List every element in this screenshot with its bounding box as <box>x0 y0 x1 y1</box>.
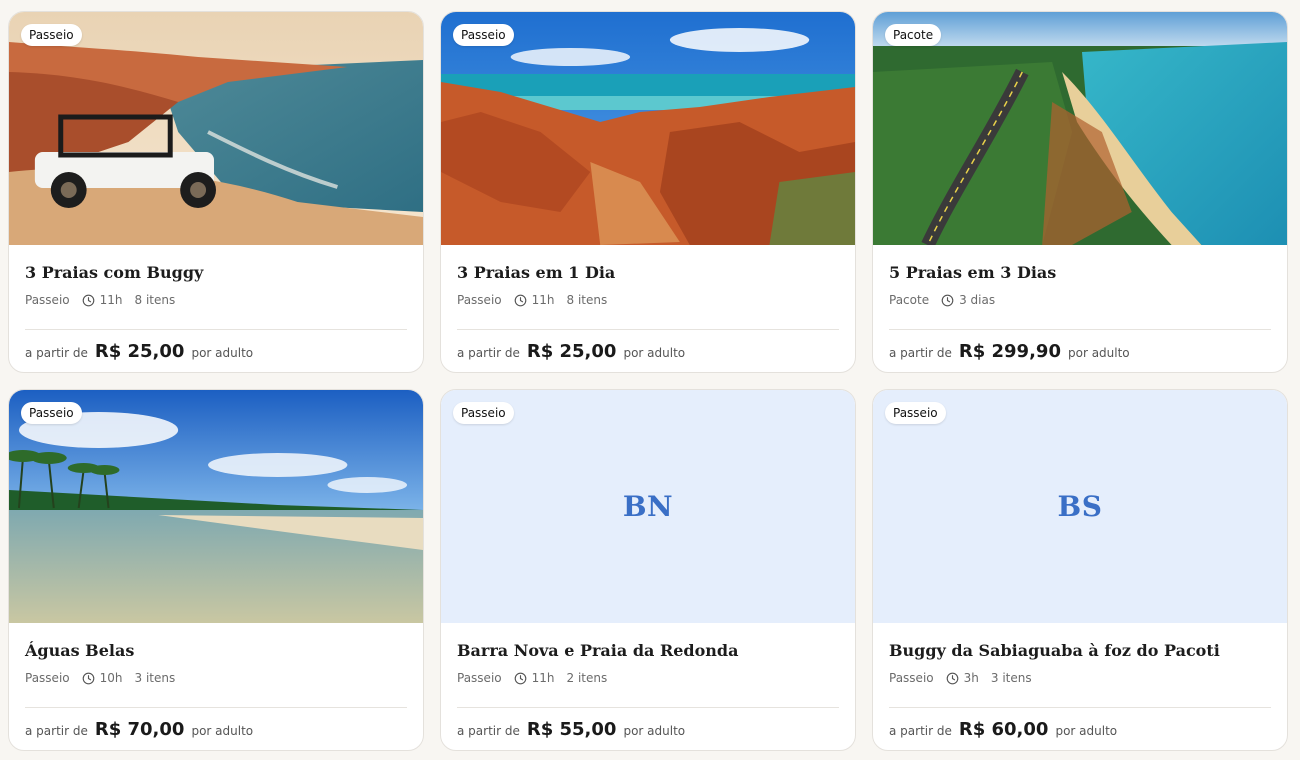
tour-image-placeholder: BN <box>441 390 855 623</box>
tour-items-count: 3 itens <box>990 671 1032 685</box>
category-badge: Pacote <box>885 24 942 46</box>
tour-card[interactable]: BS Passeio Buggy da Sabiaguaba à foz do … <box>872 389 1288 751</box>
coastal-road-image <box>873 12 1287 245</box>
divider <box>457 707 839 708</box>
divider <box>457 329 839 330</box>
category-badge: Passeio <box>21 24 82 46</box>
tour-image <box>441 12 855 245</box>
red-cliffs-image <box>441 12 855 245</box>
placeholder-initials: BS <box>1057 490 1103 523</box>
tour-type: Passeio <box>457 293 502 307</box>
tour-price: a partir de R$ 55,00 por adulto <box>457 719 685 740</box>
price-amount: R$ 60,00 <box>958 719 1049 740</box>
price-prefix: a partir de <box>457 346 520 360</box>
tour-title[interactable]: Buggy da Sabiaguaba à foz do Pacoti <box>889 641 1220 660</box>
placeholder-initials: BN <box>622 490 674 523</box>
tour-type: Pacote <box>889 293 930 307</box>
price-suffix: por adulto <box>1067 346 1130 360</box>
price-prefix: a partir de <box>457 724 520 738</box>
price-amount: R$ 70,00 <box>94 719 185 740</box>
tour-items-count: 2 itens <box>566 671 608 685</box>
clock-icon <box>82 672 95 685</box>
tour-meta: Passeio 11h 2 itens <box>457 671 607 685</box>
tour-card[interactable]: Pacote 5 Praias em 3 Dias Pacote 3 dias … <box>872 11 1288 373</box>
tour-type: Passeio <box>457 671 502 685</box>
tour-title[interactable]: 5 Praias em 3 Dias <box>889 263 1056 282</box>
tour-title[interactable]: 3 Praias com Buggy <box>25 263 203 282</box>
divider <box>25 329 407 330</box>
tour-card[interactable]: BN Passeio Barra Nova e Praia da Redonda… <box>440 389 856 751</box>
tour-items-count: 8 itens <box>566 293 608 307</box>
tour-price: a partir de R$ 60,00 por adulto <box>889 719 1117 740</box>
tour-image <box>873 12 1287 245</box>
tour-title[interactable]: 3 Praias em 1 Dia <box>457 263 615 282</box>
price-prefix: a partir de <box>889 346 952 360</box>
tour-card[interactable]: Passeio Águas Belas Passeio 10h 3 itens … <box>8 389 424 751</box>
tour-items-count: 8 itens <box>134 293 176 307</box>
tour-title[interactable]: Águas Belas <box>25 641 134 660</box>
tour-card[interactable]: Passeio 3 Praias em 1 Dia Passeio 11h 8 … <box>440 11 856 373</box>
tour-duration: 11h <box>531 671 555 685</box>
price-suffix: por adulto <box>191 724 254 738</box>
category-badge: Passeio <box>21 402 82 424</box>
tour-type: Passeio <box>25 293 70 307</box>
tour-type: Passeio <box>889 671 934 685</box>
price-prefix: a partir de <box>889 724 952 738</box>
tour-price: a partir de R$ 70,00 por adulto <box>25 719 253 740</box>
price-suffix: por adulto <box>623 724 686 738</box>
category-badge: Passeio <box>885 402 946 424</box>
clock-icon <box>946 672 959 685</box>
tour-meta: Passeio 11h 8 itens <box>25 293 175 307</box>
clock-icon <box>514 294 527 307</box>
tour-price: a partir de R$ 25,00 por adulto <box>25 341 253 362</box>
tour-image <box>9 390 423 623</box>
tour-card-grid: Passeio 3 Praias com Buggy Passeio 11h 8… <box>0 0 1300 760</box>
tour-meta: Passeio 10h 3 itens <box>25 671 175 685</box>
tour-price: a partir de R$ 299,90 por adulto <box>889 341 1130 362</box>
price-suffix: por adulto <box>191 346 254 360</box>
tour-duration: 3 dias <box>959 293 996 307</box>
tour-price: a partir de R$ 25,00 por adulto <box>457 341 685 362</box>
price-suffix: por adulto <box>623 346 686 360</box>
price-amount: R$ 299,90 <box>958 341 1061 362</box>
clock-icon <box>514 672 527 685</box>
tour-duration: 11h <box>531 293 555 307</box>
palm-lagoon-image <box>9 390 423 623</box>
divider <box>889 329 1271 330</box>
tour-duration: 10h <box>99 671 123 685</box>
divider <box>25 707 407 708</box>
price-amount: R$ 25,00 <box>526 341 617 362</box>
tour-image <box>9 12 423 245</box>
category-badge: Passeio <box>453 24 514 46</box>
price-amount: R$ 25,00 <box>94 341 185 362</box>
tour-card[interactable]: Passeio 3 Praias com Buggy Passeio 11h 8… <box>8 11 424 373</box>
price-prefix: a partir de <box>25 346 88 360</box>
tour-meta: Pacote 3 dias <box>889 293 1007 307</box>
category-badge: Passeio <box>453 402 514 424</box>
tour-image-placeholder: BS <box>873 390 1287 623</box>
clock-icon <box>941 294 954 307</box>
divider <box>889 707 1271 708</box>
price-prefix: a partir de <box>25 724 88 738</box>
tour-items-count: 3 itens <box>134 671 176 685</box>
price-amount: R$ 55,00 <box>526 719 617 740</box>
price-suffix: por adulto <box>1055 724 1118 738</box>
tour-meta: Passeio 3h 3 itens <box>889 671 1032 685</box>
buggy-beach-image <box>9 12 423 245</box>
tour-meta: Passeio 11h 8 itens <box>457 293 607 307</box>
tour-duration: 3h <box>963 671 979 685</box>
tour-duration: 11h <box>99 293 123 307</box>
tour-title[interactable]: Barra Nova e Praia da Redonda <box>457 641 738 660</box>
tour-type: Passeio <box>25 671 70 685</box>
clock-icon <box>82 294 95 307</box>
